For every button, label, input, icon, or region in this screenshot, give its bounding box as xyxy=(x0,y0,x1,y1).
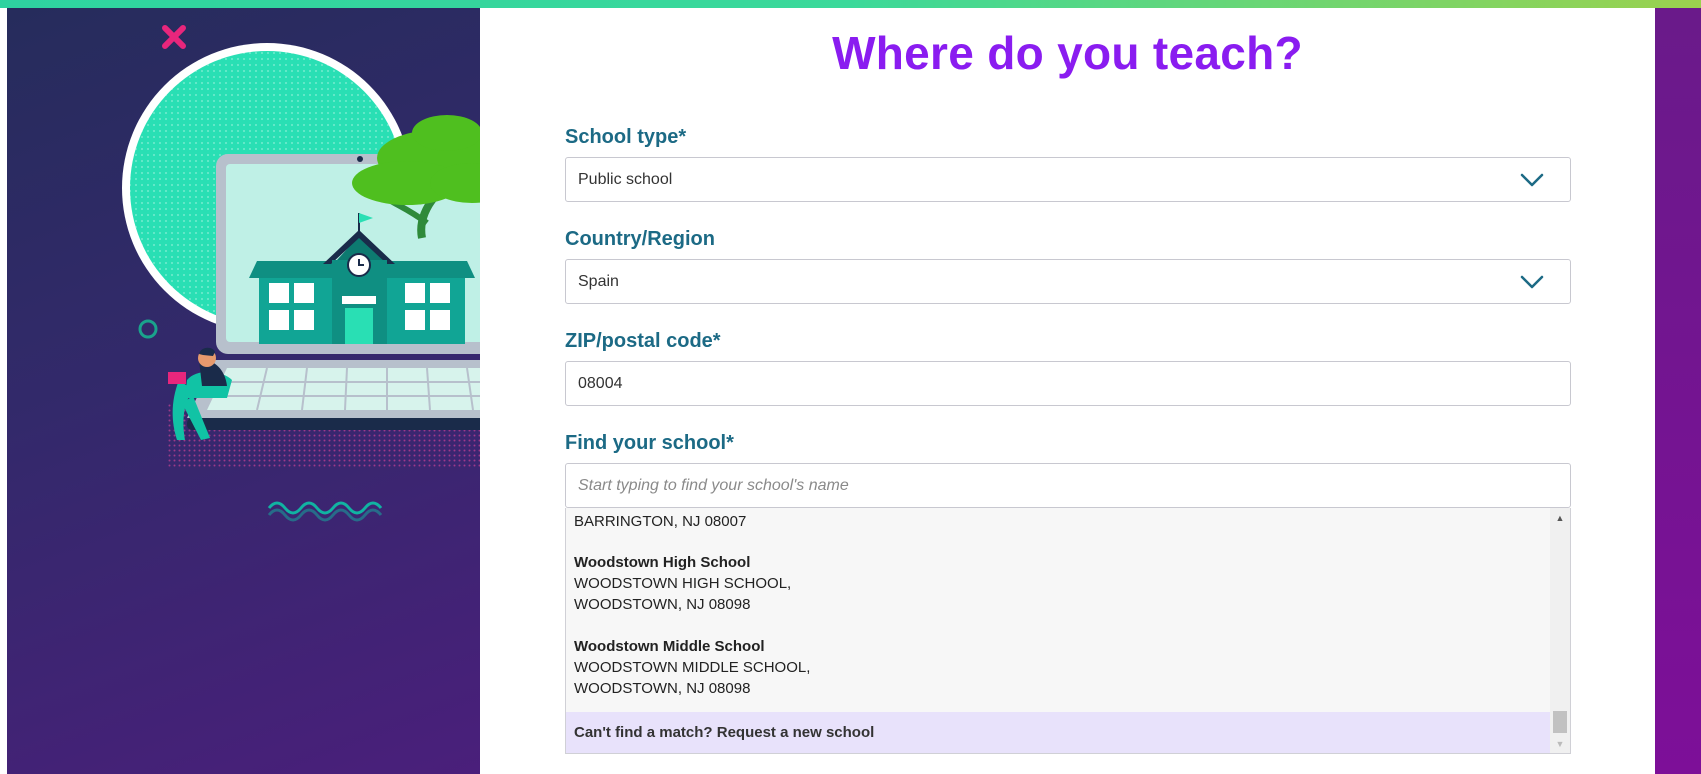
request-new-school-option[interactable]: Can't find a match? Request a new school xyxy=(566,712,1552,753)
find-school-input[interactable]: Start typing to find your school's name xyxy=(565,463,1571,508)
chevron-down-icon xyxy=(1520,173,1544,186)
zip-label: ZIP/postal code* xyxy=(565,330,721,352)
school-type-label: School type* xyxy=(565,126,687,148)
school-laptop-illustration xyxy=(122,25,480,522)
pink-x-icon xyxy=(162,25,186,49)
chevron-down-icon xyxy=(1520,275,1544,288)
partial-result-line[interactable]: BARRINGTON, NJ 08007 xyxy=(574,511,746,532)
country-select[interactable]: Spain xyxy=(565,259,1571,304)
find-school-placeholder: Start typing to find your school's name xyxy=(578,476,849,494)
result-address-line2: WOODSTOWN, NJ 08098 xyxy=(574,596,751,613)
school-type-value: Public school xyxy=(578,170,673,188)
dropdown-scrollbar[interactable]: ▲ ▼ xyxy=(1550,508,1570,753)
scrollbar-thumb[interactable] xyxy=(1553,711,1567,733)
result-address-line1: WOODSTOWN HIGH SCHOOL, xyxy=(574,575,792,592)
result-name: Woodstown High School xyxy=(574,554,751,571)
country-label: Country/Region xyxy=(565,228,715,250)
result-address-line1: WOODSTOWN MIDDLE SCHOOL, xyxy=(574,659,811,676)
illustration-panel xyxy=(7,8,480,774)
zip-input[interactable]: 08004 xyxy=(565,361,1571,406)
top-accent-bar xyxy=(0,0,1701,8)
result-name: Woodstown Middle School xyxy=(574,638,765,655)
left-edge xyxy=(0,8,7,774)
results-list: BARRINGTON, NJ 08007 Woodstown High Scho… xyxy=(566,508,1552,753)
zip-value: 08004 xyxy=(578,374,623,392)
scroll-down-arrow-icon[interactable]: ▼ xyxy=(1550,736,1570,752)
school-results-dropdown[interactable]: BARRINGTON, NJ 08007 Woodstown High Scho… xyxy=(565,508,1571,754)
find-school-label: Find your school* xyxy=(565,432,734,454)
result-address-line2: WOODSTOWN, NJ 08098 xyxy=(574,680,751,697)
main-form-area: Where do you teach? School type* Public … xyxy=(480,8,1655,774)
page-title: Where do you teach? xyxy=(832,27,1303,79)
right-decor-panel xyxy=(1655,8,1701,774)
scroll-up-arrow-icon[interactable]: ▲ xyxy=(1550,510,1570,526)
country-value: Spain xyxy=(578,272,619,290)
school-type-select[interactable]: Public school xyxy=(565,157,1571,202)
